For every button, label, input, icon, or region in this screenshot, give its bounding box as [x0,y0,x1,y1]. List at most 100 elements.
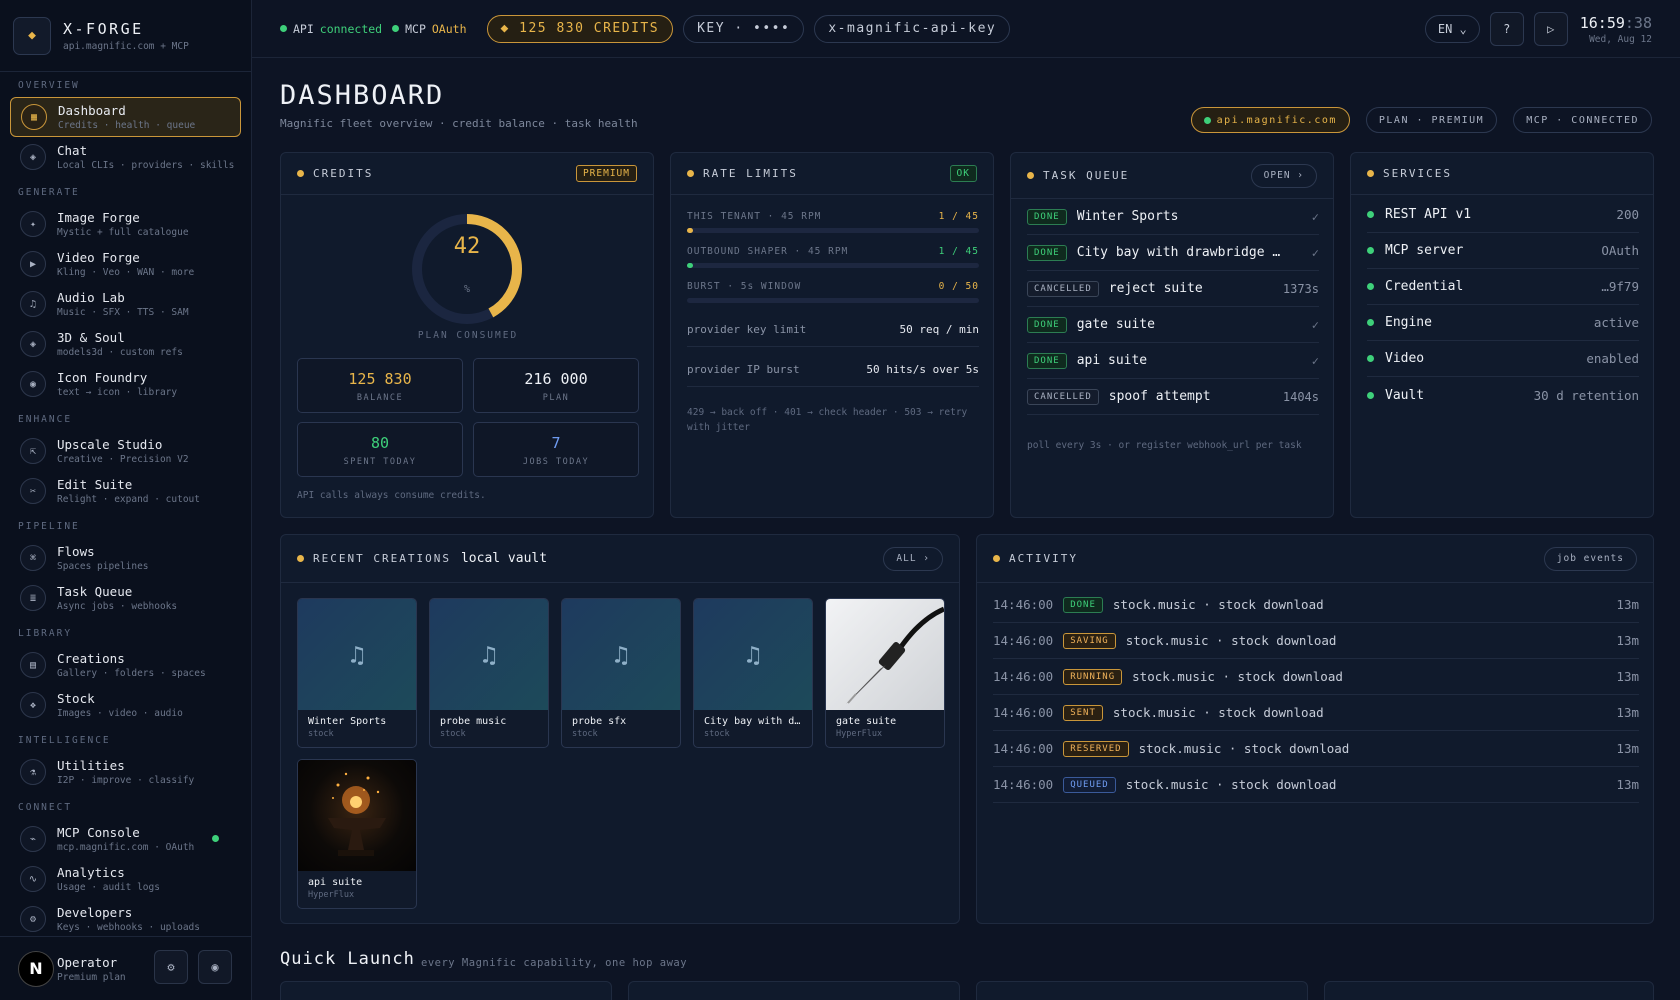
help-button[interactable]: ? [1489,12,1524,46]
music-icon: ♫ [613,640,629,669]
sidebar-item-developers[interactable]: ⚙ Developers Keys · webhooks · uploads [10,899,241,939]
table-row[interactable]: CANCELLED spoof attempt 1404s [1027,379,1319,415]
sidebar-item-chat[interactable]: ◈ Chat Local CLIs · providers · skills [10,137,241,177]
api-header-pill[interactable]: x-magnific-api-key [814,14,1011,43]
sidebar-item-task-queue[interactable]: ≣ Task Queue Async jobs · webhooks [10,578,241,618]
activity-text: stock.music · stock download [1132,669,1343,684]
sidebar-item-label: Video Forge [57,250,140,265]
table-row[interactable]: DONE City bay with drawbridge ca… ✓ [1027,235,1319,271]
sidebar-item-label: Icon Foundry [57,370,148,385]
activity-row[interactable]: 14:46:00 SAVING stock.music · stock downlo… [993,623,1639,659]
sparkle-icon: ✦ [20,211,46,237]
job-events-button[interactable]: job events [1543,546,1637,571]
host-label: api.magnific.com [1216,114,1337,126]
check-icon: ✓ [1311,317,1319,332]
activity-age: 13m [1616,705,1639,720]
chart-icon: ∿ [20,866,46,892]
sidebar-item-icon-foundry[interactable]: ◉ Icon Foundry text → icon · library [10,364,241,404]
sidebar-item-edit-suite[interactable]: ✂ Edit Suite Relight · expand · cutout [10,471,241,511]
sidebar-item-utilities[interactable]: ⚗ Utilities I2P · improve · classify [10,752,241,792]
all-creations-button[interactable]: ALL › [883,546,943,571]
music-icon: ♫ [481,640,497,669]
credits-pill[interactable]: ◆ 125 830 CREDITS [486,14,674,43]
sidebar-item-3d-soul[interactable]: ◈ 3D & Soul models3d · custom refs [10,324,241,364]
creation-tile[interactable]: ♫ City bay with dr… stock [693,598,813,748]
table-row[interactable]: DONE api suite ✓ [1027,343,1319,379]
list-icon: ≣ [20,585,46,611]
settings-button[interactable]: ⚙ [154,950,188,984]
creation-caption: gate suite HyperFlux [826,710,944,747]
quick-launch-card[interactable] [976,981,1308,1000]
avatar[interactable]: N [18,950,54,987]
quick-launch-card[interactable] [280,981,612,1000]
sidebar-item-mcp-console[interactable]: ⌁ MCP Console mcp.magnific.com · OAuth [10,819,241,859]
target-icon: ◉ [20,371,46,397]
run-button[interactable]: ▷ [1533,12,1568,46]
creation-tile[interactable]: ♫ probe music stock [429,598,549,748]
nav-text: Creations Gallery · folders · spaces [57,651,206,679]
activity-age: 13m [1616,777,1639,792]
sidebar-item-analytics[interactable]: ∿ Analytics Usage · audit logs [10,859,241,899]
stat-label: BALANCE [356,393,404,403]
sidebar-item-creations[interactable]: ▤ Creations Gallery · folders · spaces [10,645,241,685]
task-duration: 1404s [1282,389,1319,404]
api-key-pill[interactable]: KEY · •••• [683,14,805,43]
activity-row[interactable]: 14:46:00 QUEUED stock.music · stock downlo… [993,767,1639,803]
creation-caption: api suite HyperFlux [298,871,416,908]
activity-time: 14:46:00 [993,597,1054,612]
open-queue-button[interactable]: OPEN › [1250,163,1317,188]
nav-text: 3D & Soul models3d · custom refs [57,330,183,358]
activity-time: 14:46:00 [993,633,1054,648]
sidebar-item-video-forge[interactable]: ▶ Video Forge Kling · Veo · WAN · more [10,244,241,284]
activity-row[interactable]: 14:46:00 RUNNING stock.music · stock downl… [993,659,1639,695]
nav-text: Dashboard Credits · health · queue [58,103,195,131]
creation-tile[interactable]: api suite HyperFlux [297,759,417,909]
sidebar-item-sub: models3d · custom refs [57,347,183,358]
activity-age: 13m [1616,597,1639,612]
activity-row[interactable]: 14:46:00 DONE stock.music · stock download… [993,587,1639,623]
sidebar-item-stock[interactable]: ❖ Stock Images · video · audio [10,685,241,725]
brand[interactable]: ◆ X-FORGE api.magnific.com + MCP [0,0,251,72]
table-row[interactable]: CANCELLED reject suite 1373s [1027,271,1319,307]
creation-tile[interactable]: gate suite HyperFlux [825,598,945,748]
gauge-unit: % [463,284,471,295]
scissors-icon: ✂ [20,478,46,504]
plan-pill[interactable]: PLAN · PREMIUM [1365,107,1498,133]
status-dot [1367,319,1374,326]
kv-key: provider key limit [687,323,807,336]
quick-launch-card[interactable] [628,981,960,1000]
creation-thumbnail [298,760,416,871]
theme-button[interactable]: ◉ [198,950,232,984]
play-icon: ▷ [1547,22,1555,36]
status-dot [1367,391,1374,399]
activity-row[interactable]: 14:46:00 RESERVED stock.music · stock down… [993,731,1639,767]
quick-launch-card[interactable] [1324,981,1654,1000]
creation-thumbnail [826,599,944,710]
quick-launch-title: Quick Launch [280,949,415,969]
sidebar-item-sub: Credits · health · queue [58,120,196,131]
sidebar-item-dashboard[interactable]: ▦ Dashboard Credits · health · queue [10,97,241,137]
language-select[interactable]: EN ⌄ [1424,15,1480,43]
rate-limit-label: OUTBOUND SHAPER · 45 RPM [687,246,849,257]
creation-tile[interactable]: ♫ Winter Sports stock [297,598,417,748]
cable-image [846,606,944,704]
sidebar-item-audio-lab[interactable]: ♫ Audio Lab Music · SFX · TTS · SAM [10,284,241,324]
mcp-pill[interactable]: MCP · CONNECTED [1513,107,1652,133]
rate-limit-kv: provider IP burst 50 hits/s over 5s [687,363,979,387]
activity-row[interactable]: 14:46:00 SENT stock.music · stock download… [993,695,1639,731]
rate-limit-value: 1 / 45 [938,246,979,257]
task-name: spoof attempt [1108,389,1211,404]
creation-tile[interactable]: ♫ probe sfx stock [561,598,681,748]
clock-date: Wed, Aug 12 [1589,33,1652,45]
sidebar-item-upscale-studio[interactable]: ⇱ Upscale Studio Creative · Precision V2 [10,431,241,471]
host-pill[interactable]: api.magnific.com [1190,107,1350,133]
sidebar-item-image-forge[interactable]: ✦ Image Forge Mystic + full catalogue [10,204,241,244]
rate-limit-header: BURST · 5s WINDOW 0 / 50 [687,281,979,292]
table-row[interactable]: DONE Winter Sports ✓ [1027,199,1319,235]
sidebar-item-sub: Creative · Precision V2 [57,454,189,465]
status-badge: QUEUED [1063,776,1116,793]
stat-box: 80 SPENT TODAY [297,422,463,477]
sidebar-item-flows[interactable]: ⌘ Flows Spaces pipelines [10,538,241,578]
table-row[interactable]: DONE gate suite ✓ [1027,307,1319,343]
rate-limit-bar [687,263,979,268]
